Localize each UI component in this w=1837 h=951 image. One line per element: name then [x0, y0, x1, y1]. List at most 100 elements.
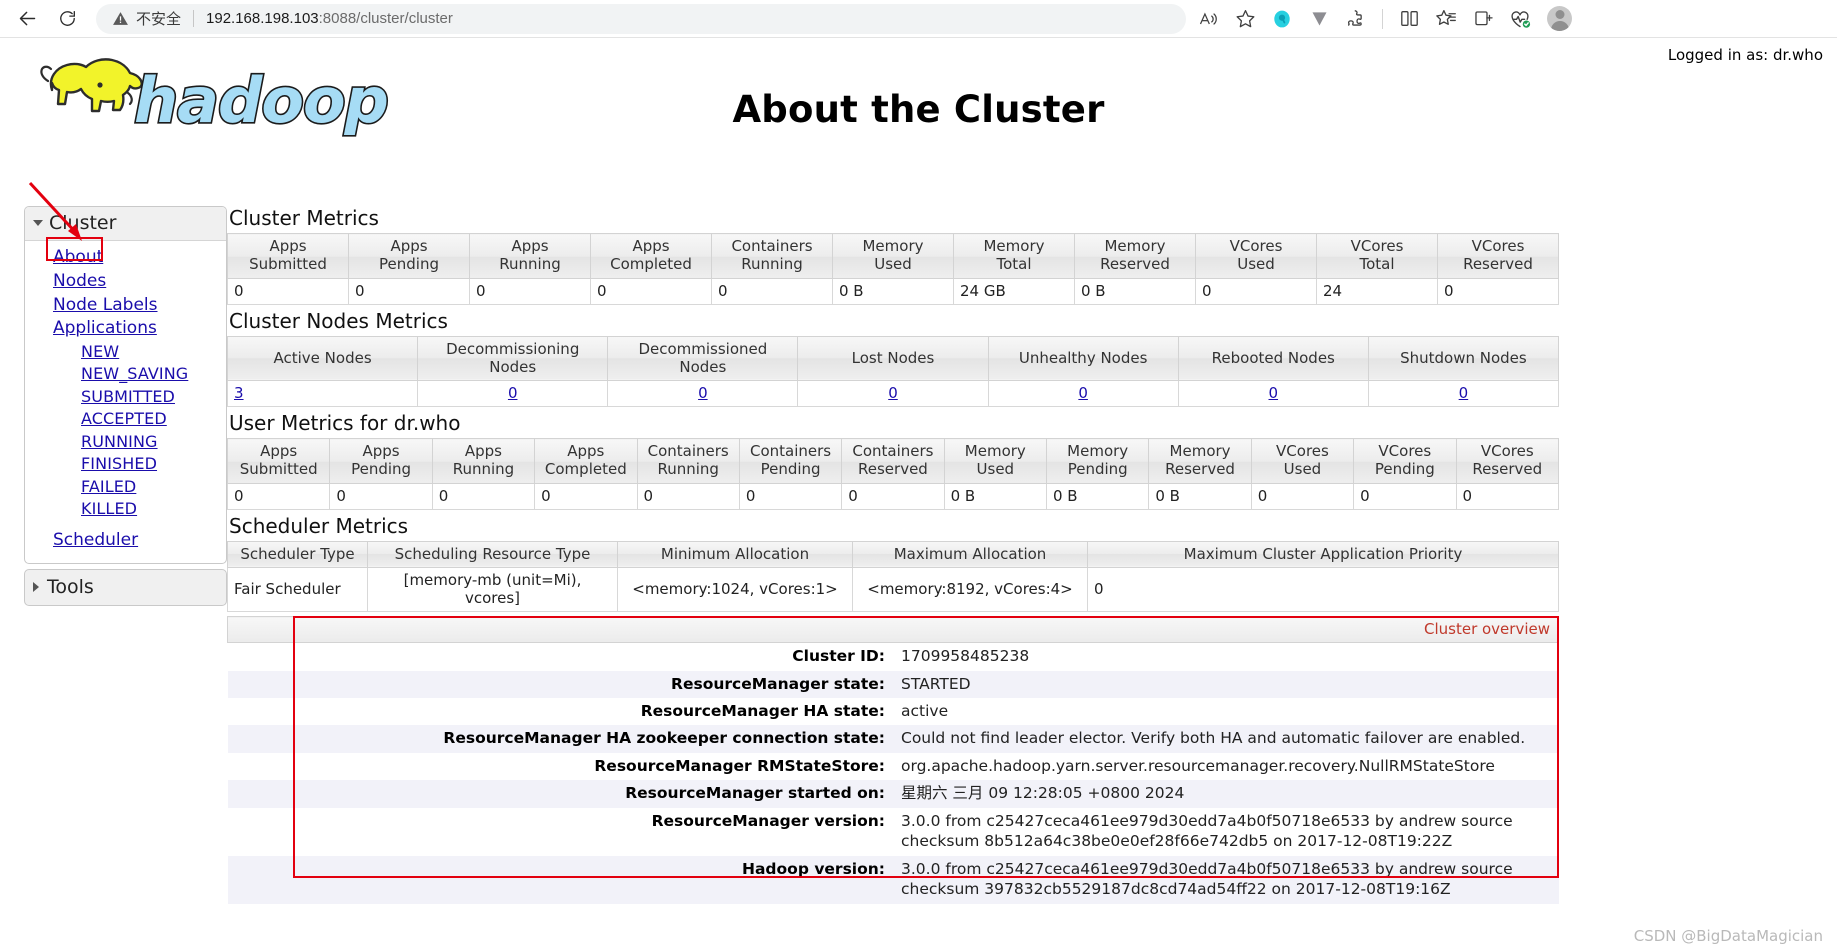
browser-toolbar: 不安全 192.168.198.103:8088/cluster/cluster — [0, 0, 1837, 38]
col-apps-running: Apps Running — [469, 233, 591, 279]
cell-user-memory-reserved: 0 B — [1148, 482, 1252, 510]
table-row: ResourceManager RMStateStore: org.apache… — [227, 752, 1559, 781]
url-text: 192.168.198.103:8088/cluster/cluster — [206, 10, 453, 27]
label-hadoop-version: Hadoop version: — [227, 855, 893, 904]
browser-actions — [1192, 3, 1572, 35]
split-screen-icon[interactable] — [1393, 3, 1425, 35]
col-decommissioned-nodes: Decommissioned Nodes — [607, 335, 799, 382]
decommissioning-nodes-link[interactable]: 0 — [508, 384, 518, 402]
sidebar-item-about[interactable]: About — [25, 246, 226, 270]
star-icon[interactable] — [1229, 3, 1261, 35]
cell-scheduling-resource-type: [memory-mb (unit=Mi), vcores] — [367, 567, 618, 613]
quark-extension-icon[interactable] — [1266, 3, 1298, 35]
copilot-icon[interactable] — [1467, 3, 1499, 35]
col-user-apps-pending: Apps Pending — [329, 438, 433, 484]
sidebar-item-finished[interactable]: FINISHED — [25, 453, 226, 475]
label-rm-ha-state: ResourceManager HA state: — [227, 697, 893, 726]
label-rm-version: ResourceManager version: — [227, 807, 893, 856]
omnibox-divider — [193, 10, 195, 27]
sidebar-item-new-saving[interactable]: NEW_SAVING — [25, 363, 226, 385]
decommissioned-nodes-link[interactable]: 0 — [698, 384, 708, 402]
v-extension-icon[interactable] — [1303, 3, 1335, 35]
cell-memory-reserved: 0 B — [1074, 277, 1196, 305]
toolbar-divider — [1382, 8, 1383, 29]
col-unhealthy-nodes: Unhealthy Nodes — [987, 335, 1179, 382]
value-rm-state: STARTED — [893, 670, 1559, 698]
sidebar-item-node-labels[interactable]: Node Labels — [25, 294, 226, 318]
col-shutdown-nodes: Shutdown Nodes — [1367, 335, 1560, 382]
sidebar-item-new[interactable]: NEW — [25, 341, 226, 363]
lost-nodes-link[interactable]: 0 — [888, 384, 898, 402]
tools-panel-header[interactable]: Tools — [24, 568, 227, 606]
col-vcores-used: VCores Used — [1195, 233, 1317, 279]
cluster-overview-section: Cluster overview Cluster ID: 17099584852… — [227, 616, 1559, 904]
cell-apps-completed: 0 — [590, 277, 712, 305]
table-row: ResourceManager HA state: active — [227, 697, 1559, 726]
page-content: Logged in as: dr.who hadoop About the Cl… — [0, 38, 1837, 951]
cluster-nodes-metrics-title: Cluster Nodes Metrics — [229, 308, 448, 333]
cell-apps-running: 0 — [469, 277, 591, 305]
rebooted-nodes-link[interactable]: 0 — [1269, 384, 1279, 402]
col-memory-reserved: Memory Reserved — [1074, 233, 1196, 279]
sidebar-item-submitted[interactable]: SUBMITTED — [25, 386, 226, 408]
col-apps-submitted: Apps Submitted — [227, 233, 349, 279]
cluster-overview-table: Cluster overview Cluster ID: 17099584852… — [227, 616, 1559, 904]
col-apps-completed: Apps Completed — [590, 233, 712, 279]
value-rm-started-on: 星期六 三月 09 12:28:05 +0800 2024 — [893, 780, 1559, 808]
cell-unhealthy-nodes: 0 — [987, 380, 1179, 408]
sidebar-item-killed[interactable]: KILLED — [25, 498, 226, 520]
col-max-cluster-app-priority: Maximum Cluster Application Priority — [1087, 540, 1559, 569]
chevron-right-icon — [33, 581, 39, 592]
cluster-panel-header[interactable]: Cluster — [25, 207, 226, 241]
tools-panel: Tools — [24, 568, 227, 606]
cell-decommissioning-nodes: 0 — [417, 380, 609, 408]
cell-shutdown-nodes: 0 — [1367, 380, 1560, 408]
reload-icon[interactable] — [50, 2, 84, 36]
col-lost-nodes: Lost Nodes — [797, 335, 989, 382]
table-row: Fair Scheduler [memory-mb (unit=Mi), vco… — [227, 567, 1559, 613]
cell-user-memory-used: 0 B — [943, 482, 1048, 510]
col-user-containers-reserved: Containers Reserved — [841, 438, 945, 484]
address-bar[interactable]: 不安全 192.168.198.103:8088/cluster/cluster — [96, 3, 1186, 34]
watermark: CSDN @BigDataMagician — [1633, 927, 1823, 945]
unhealthy-nodes-link[interactable]: 0 — [1078, 384, 1088, 402]
cell-rebooted-nodes: 0 — [1177, 380, 1369, 408]
cell-apps-submitted: 0 — [227, 277, 349, 305]
value-rm-zk-connection-state: Could not find leader elector. Verify bo… — [893, 725, 1559, 753]
sidebar-item-failed[interactable]: FAILED — [25, 476, 226, 498]
scheduler-metrics-table: Scheduler Type Scheduling Resource Type … — [227, 540, 1559, 613]
value-cluster-id: 1709958485238 — [893, 642, 1559, 671]
label-cluster-id: Cluster ID: — [227, 642, 893, 671]
sidebar-item-scheduler[interactable]: Scheduler — [25, 521, 226, 553]
profile-avatar-icon[interactable] — [1547, 6, 1572, 31]
label-rm-statestore: ResourceManager RMStateStore: — [227, 752, 893, 781]
collections-icon[interactable] — [1430, 3, 1462, 35]
cluster-metrics-title: Cluster Metrics — [229, 206, 379, 230]
table-row: ResourceManager version: 3.0.0 from c254… — [227, 807, 1559, 856]
col-user-vcores-used: VCores Used — [1250, 438, 1355, 484]
back-arrow-icon[interactable] — [10, 2, 44, 36]
col-apps-pending: Apps Pending — [348, 233, 470, 279]
sidebar-item-accepted[interactable]: ACCEPTED — [25, 408, 226, 430]
puzzle-extension-icon[interactable] — [1340, 3, 1372, 35]
cell-lost-nodes: 0 — [797, 380, 989, 408]
cell-active-nodes: 3 — [226, 380, 419, 408]
cell-max-cluster-app-priority: 0 — [1087, 567, 1559, 613]
browser-essentials-icon[interactable] — [1504, 3, 1536, 35]
col-maximum-allocation: Maximum Allocation — [852, 540, 1088, 569]
read-aloud-icon[interactable] — [1192, 3, 1224, 35]
chevron-down-icon — [33, 220, 43, 226]
cell-user-vcores-used: 0 — [1250, 482, 1355, 510]
active-nodes-link[interactable]: 3 — [234, 384, 244, 402]
value-rm-statestore: org.apache.hadoop.yarn.server.resourcema… — [893, 752, 1559, 781]
shutdown-nodes-link[interactable]: 0 — [1459, 384, 1469, 402]
cell-vcores-total: 24 — [1316, 277, 1438, 305]
table-row: Hadoop version: 3.0.0 from c25427ceca461… — [227, 855, 1559, 904]
sidebar-item-running[interactable]: RUNNING — [25, 431, 226, 453]
cell-minimum-allocation: <memory:1024, vCores:1> — [617, 567, 853, 613]
cluster-overview-caption: Cluster overview — [227, 616, 1559, 644]
cell-vcores-used: 0 — [1195, 277, 1317, 305]
col-vcores-reserved: VCores Reserved — [1437, 233, 1559, 279]
sidebar-item-nodes[interactable]: Nodes — [25, 270, 226, 294]
sidebar-item-applications[interactable]: Applications — [25, 317, 226, 341]
